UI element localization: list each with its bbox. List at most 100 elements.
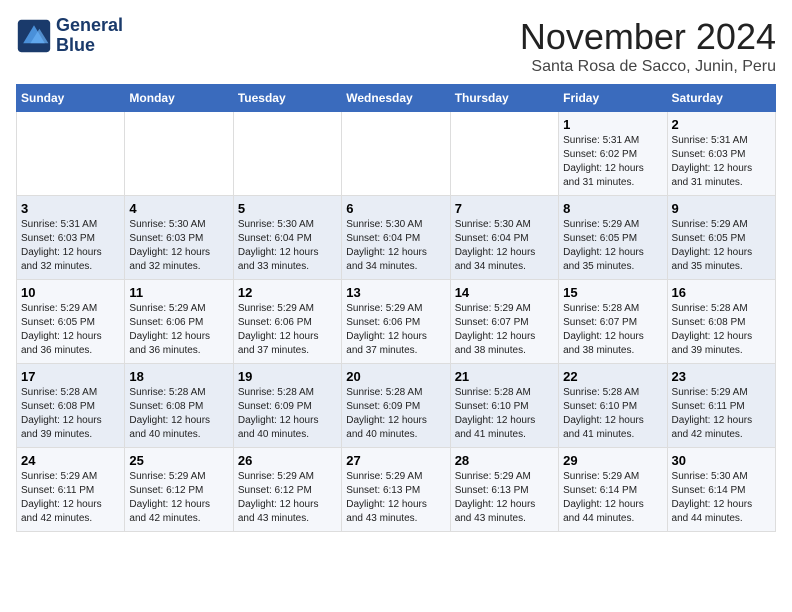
day-number: 16: [672, 285, 771, 300]
weekday-header-saturday: Saturday: [667, 85, 775, 112]
day-info: Sunrise: 5:28 AM Sunset: 6:10 PM Dayligh…: [455, 386, 554, 442]
day-info: Sunrise: 5:30 AM Sunset: 6:04 PM Dayligh…: [238, 218, 337, 274]
day-number: 1: [563, 117, 662, 132]
week-row-3: 10 Sunrise: 5:29 AM Sunset: 6:05 PM Dayli…: [17, 280, 776, 364]
day-cell: [342, 112, 450, 196]
day-info: Sunrise: 5:29 AM Sunset: 6:12 PM Dayligh…: [238, 470, 337, 526]
week-row-4: 17 Sunrise: 5:28 AM Sunset: 6:08 PM Dayli…: [17, 364, 776, 448]
calendar-table: SundayMondayTuesdayWednesdayThursdayFrid…: [16, 84, 776, 532]
day-number: 26: [238, 453, 337, 468]
day-number: 11: [129, 285, 228, 300]
day-cell: 13 Sunrise: 5:29 AM Sunset: 6:06 PM Dayli…: [342, 280, 450, 364]
day-number: 27: [346, 453, 445, 468]
day-number: 17: [21, 369, 120, 384]
day-cell: 12 Sunrise: 5:29 AM Sunset: 6:06 PM Dayli…: [233, 280, 341, 364]
day-cell: 29Sunrise: 5:29 AM Sunset: 6:14 PM Dayli…: [559, 448, 667, 532]
day-info: Sunrise: 5:30 AM Sunset: 6:04 PM Dayligh…: [346, 218, 445, 274]
day-number: 20: [346, 369, 445, 384]
day-info: Sunrise: 5:29 AM Sunset: 6:12 PM Dayligh…: [129, 470, 228, 526]
day-cell: 10 Sunrise: 5:29 AM Sunset: 6:05 PM Dayli…: [17, 280, 125, 364]
day-info: Sunrise: 5:28 AM Sunset: 6:09 PM Dayligh…: [346, 386, 445, 442]
day-number: 13: [346, 285, 445, 300]
day-cell: 8Sunrise: 5:29 AM Sunset: 6:05 PM Daylig…: [559, 196, 667, 280]
day-cell: 16Sunrise: 5:28 AM Sunset: 6:08 PM Dayli…: [667, 280, 775, 364]
day-cell: 24Sunrise: 5:29 AM Sunset: 6:11 PM Dayli…: [17, 448, 125, 532]
day-number: 24: [21, 453, 120, 468]
location-title: Santa Rosa de Sacco, Junin, Peru: [520, 58, 776, 76]
day-number: 3: [21, 201, 120, 216]
week-row-2: 3 Sunrise: 5:31 AM Sunset: 6:03 PM Daylig…: [17, 196, 776, 280]
day-number: 10: [21, 285, 120, 300]
day-cell: 11Sunrise: 5:29 AM Sunset: 6:06 PM Dayli…: [125, 280, 233, 364]
day-cell: [125, 112, 233, 196]
day-info: Sunrise: 5:29 AM Sunset: 6:05 PM Dayligh…: [21, 302, 120, 358]
day-info: Sunrise: 5:31 AM Sunset: 6:03 PM Dayligh…: [21, 218, 120, 274]
week-row-5: 24Sunrise: 5:29 AM Sunset: 6:11 PM Dayli…: [17, 448, 776, 532]
day-cell: 21Sunrise: 5:28 AM Sunset: 6:10 PM Dayli…: [450, 364, 558, 448]
day-cell: 9Sunrise: 5:29 AM Sunset: 6:05 PM Daylig…: [667, 196, 775, 280]
day-number: 25: [129, 453, 228, 468]
day-info: Sunrise: 5:31 AM Sunset: 6:03 PM Dayligh…: [672, 134, 771, 190]
day-number: 6: [346, 201, 445, 216]
day-cell: [233, 112, 341, 196]
day-info: Sunrise: 5:29 AM Sunset: 6:11 PM Dayligh…: [672, 386, 771, 442]
day-number: 22: [563, 369, 662, 384]
day-number: 5: [238, 201, 337, 216]
weekday-header-monday: Monday: [125, 85, 233, 112]
day-number: 23: [672, 369, 771, 384]
day-cell: 26 Sunrise: 5:29 AM Sunset: 6:12 PM Dayli…: [233, 448, 341, 532]
day-cell: 18 Sunrise: 5:28 AM Sunset: 6:08 PM Dayli…: [125, 364, 233, 448]
day-cell: 14 Sunrise: 5:29 AM Sunset: 6:07 PM Dayli…: [450, 280, 558, 364]
day-cell: 4 Sunrise: 5:30 AM Sunset: 6:03 PM Daylig…: [125, 196, 233, 280]
day-cell: 1Sunrise: 5:31 AM Sunset: 6:02 PM Daylig…: [559, 112, 667, 196]
month-title: November 2024: [520, 16, 776, 58]
day-cell: 19 Sunrise: 5:28 AM Sunset: 6:09 PM Dayli…: [233, 364, 341, 448]
day-cell: [17, 112, 125, 196]
day-cell: 22 Sunrise: 5:28 AM Sunset: 6:10 PM Dayli…: [559, 364, 667, 448]
day-number: 29: [563, 453, 662, 468]
day-cell: 17Sunrise: 5:28 AM Sunset: 6:08 PM Dayli…: [17, 364, 125, 448]
day-cell: 27 Sunrise: 5:29 AM Sunset: 6:13 PM Dayli…: [342, 448, 450, 532]
day-cell: 7 Sunrise: 5:30 AM Sunset: 6:04 PM Daylig…: [450, 196, 558, 280]
day-number: 19: [238, 369, 337, 384]
weekday-header-tuesday: Tuesday: [233, 85, 341, 112]
header: General Blue November 2024 Santa Rosa de…: [16, 16, 776, 76]
day-cell: 15Sunrise: 5:28 AM Sunset: 6:07 PM Dayli…: [559, 280, 667, 364]
day-cell: 6 Sunrise: 5:30 AM Sunset: 6:04 PM Daylig…: [342, 196, 450, 280]
day-cell: 23 Sunrise: 5:29 AM Sunset: 6:11 PM Dayli…: [667, 364, 775, 448]
day-info: Sunrise: 5:30 AM Sunset: 6:04 PM Dayligh…: [455, 218, 554, 274]
title-area: November 2024 Santa Rosa de Sacco, Junin…: [520, 16, 776, 76]
day-info: Sunrise: 5:29 AM Sunset: 6:06 PM Dayligh…: [346, 302, 445, 358]
logo-icon: [16, 18, 52, 54]
day-info: Sunrise: 5:28 AM Sunset: 6:09 PM Dayligh…: [238, 386, 337, 442]
weekday-header-friday: Friday: [559, 85, 667, 112]
day-info: Sunrise: 5:30 AM Sunset: 6:03 PM Dayligh…: [129, 218, 228, 274]
day-cell: 5 Sunrise: 5:30 AM Sunset: 6:04 PM Daylig…: [233, 196, 341, 280]
day-number: 14: [455, 285, 554, 300]
day-number: 4: [129, 201, 228, 216]
day-number: 9: [672, 201, 771, 216]
day-number: 2: [672, 117, 771, 132]
day-info: Sunrise: 5:29 AM Sunset: 6:13 PM Dayligh…: [346, 470, 445, 526]
weekday-header-sunday: Sunday: [17, 85, 125, 112]
weekday-header-thursday: Thursday: [450, 85, 558, 112]
day-cell: 3 Sunrise: 5:31 AM Sunset: 6:03 PM Daylig…: [17, 196, 125, 280]
day-info: Sunrise: 5:28 AM Sunset: 6:10 PM Dayligh…: [563, 386, 662, 442]
day-info: Sunrise: 5:29 AM Sunset: 6:06 PM Dayligh…: [238, 302, 337, 358]
day-number: 18: [129, 369, 228, 384]
week-row-1: 1Sunrise: 5:31 AM Sunset: 6:02 PM Daylig…: [17, 112, 776, 196]
weekday-header-wednesday: Wednesday: [342, 85, 450, 112]
day-info: Sunrise: 5:28 AM Sunset: 6:08 PM Dayligh…: [129, 386, 228, 442]
day-cell: 25 Sunrise: 5:29 AM Sunset: 6:12 PM Dayli…: [125, 448, 233, 532]
logo-text: General Blue: [56, 16, 123, 56]
logo: General Blue: [16, 16, 123, 56]
day-cell: 30Sunrise: 5:30 AM Sunset: 6:14 PM Dayli…: [667, 448, 775, 532]
day-info: Sunrise: 5:29 AM Sunset: 6:07 PM Dayligh…: [455, 302, 554, 358]
day-info: Sunrise: 5:29 AM Sunset: 6:13 PM Dayligh…: [455, 470, 554, 526]
day-number: 30: [672, 453, 771, 468]
day-number: 15: [563, 285, 662, 300]
day-number: 7: [455, 201, 554, 216]
day-number: 12: [238, 285, 337, 300]
day-cell: 28Sunrise: 5:29 AM Sunset: 6:13 PM Dayli…: [450, 448, 558, 532]
day-number: 8: [563, 201, 662, 216]
